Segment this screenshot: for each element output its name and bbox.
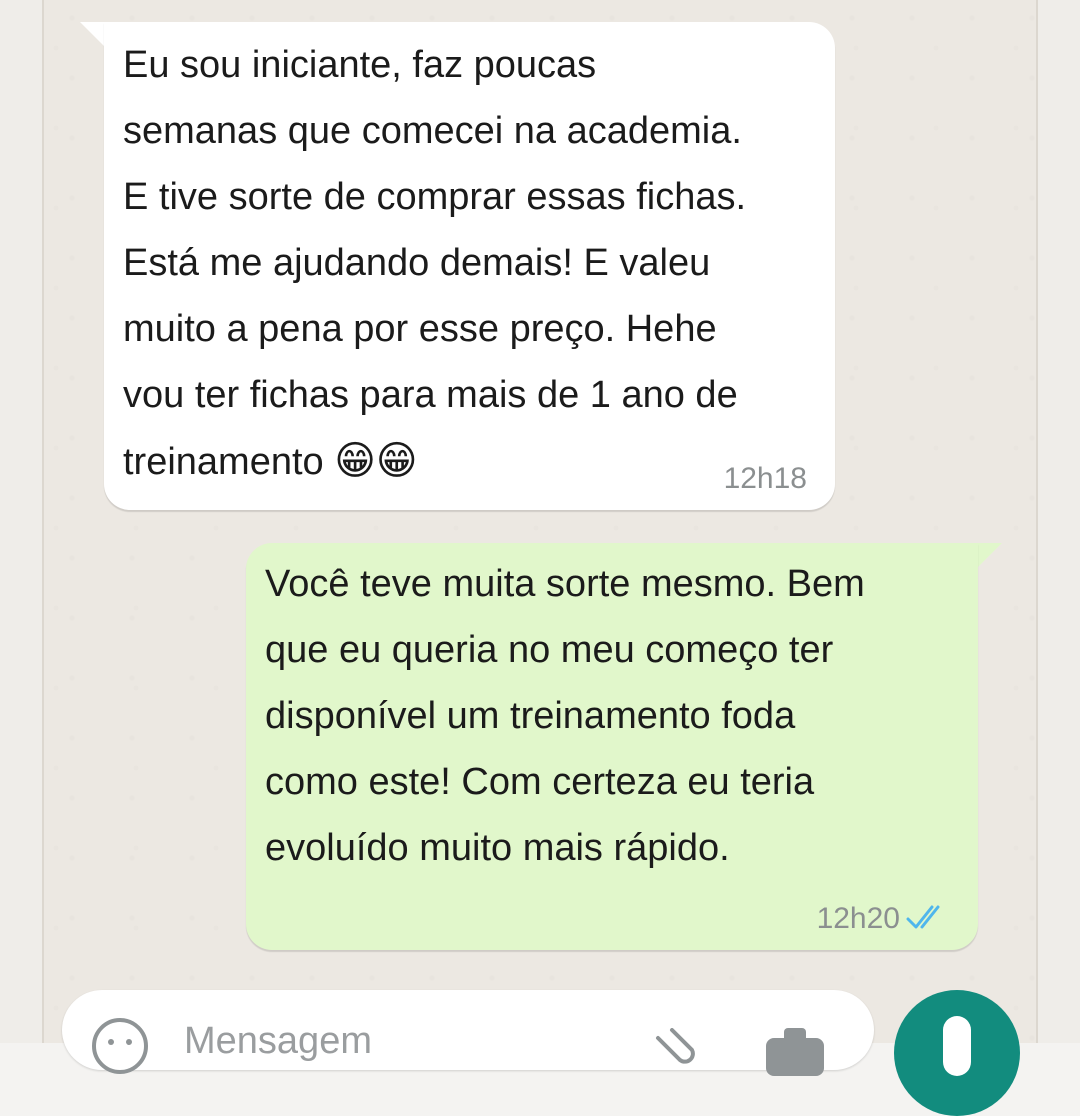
incoming-message-text: Eu sou iniciante, faz poucas semanas que… — [123, 32, 823, 495]
incoming-message-body: Eu sou iniciante, faz poucas semanas que… — [123, 44, 747, 483]
attach-clip-icon[interactable] — [650, 1028, 702, 1080]
outgoing-bubble-tail — [978, 543, 1002, 567]
incoming-message-time: 12h18 — [723, 462, 807, 495]
left-edge — [0, 0, 44, 1043]
grinning-face-emoji: 😁😁 — [334, 438, 418, 484]
message-input-placeholder[interactable]: Mensagem — [184, 1020, 372, 1063]
message-composer[interactable]: Mensagem — [62, 990, 874, 1076]
outgoing-message-bubble[interactable]: Você teve muita sorte mesmo. Bem que eu … — [246, 543, 978, 950]
mic-icon — [943, 1016, 971, 1076]
outgoing-message-time: 12h20 — [816, 902, 900, 935]
mic-button[interactable] — [894, 990, 1020, 1116]
incoming-message-bubble[interactable]: Eu sou iniciante, faz poucas semanas que… — [104, 22, 835, 510]
double-check-read-icon — [906, 905, 940, 929]
camera-icon[interactable] — [762, 1026, 828, 1076]
right-edge — [1036, 0, 1080, 1043]
outgoing-message-text: Você teve muita sorte mesmo. Bem que eu … — [265, 563, 865, 869]
incoming-bubble-tail — [80, 22, 104, 46]
emoji-icon[interactable] — [90, 1016, 150, 1076]
